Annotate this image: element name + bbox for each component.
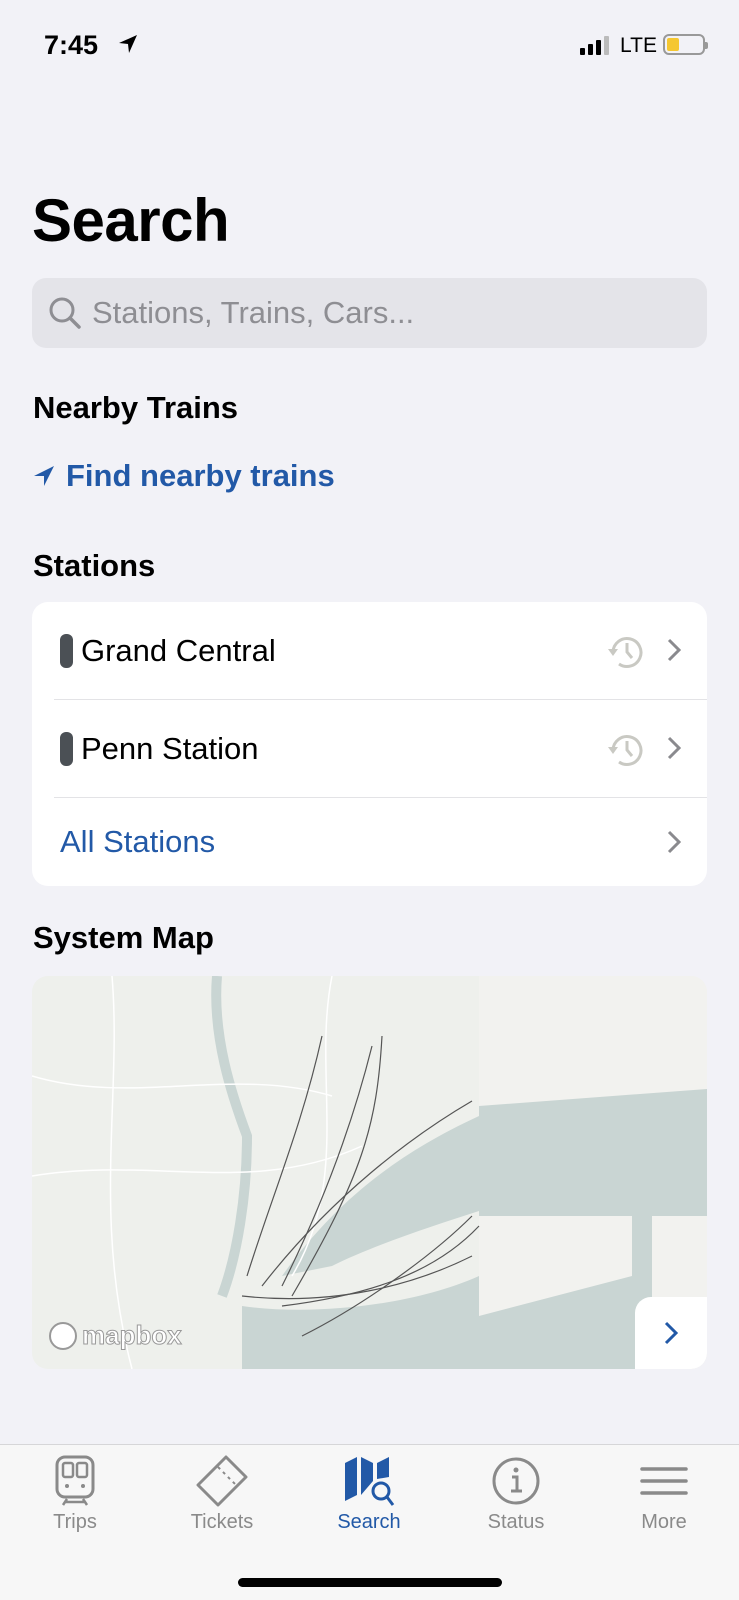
search-placeholder: Stations, Trains, Cars...	[92, 295, 415, 330]
tab-label: Status	[487, 1511, 545, 1533]
tab-label: Trips	[53, 1511, 97, 1533]
signal-icon	[580, 36, 609, 55]
line-color-pill	[60, 634, 73, 668]
search-input[interactable]: Stations, Trains, Cars...	[32, 278, 707, 348]
find-nearby-trains-link[interactable]: Find nearby trains	[32, 458, 335, 494]
history-icon	[608, 637, 643, 668]
train-icon	[55, 1455, 95, 1506]
history-icon	[608, 735, 643, 766]
find-nearby-trains-label: Find nearby trains	[66, 458, 335, 493]
battery-icon	[663, 34, 708, 55]
page-title: Search	[32, 187, 230, 254]
system-map-heading: System Map	[33, 920, 214, 955]
tab-label: More	[641, 1511, 687, 1533]
search-icon	[49, 297, 81, 329]
network-type: LTE	[620, 34, 657, 57]
mapbox-logo: mapbox	[48, 1320, 182, 1351]
chevron-right-icon	[667, 830, 681, 854]
all-stations-label: All Stations	[60, 824, 216, 859]
ticket-icon	[196, 1455, 248, 1507]
tab-tickets[interactable]: Tickets	[167, 1455, 277, 1534]
tab-bar: Trips Tickets Search Status More	[0, 1444, 739, 1600]
station-row-grand-central[interactable]: Grand Central	[32, 602, 707, 700]
map-canvas	[32, 976, 707, 1369]
chevron-right-icon	[667, 736, 681, 760]
nearby-trains-heading: Nearby Trains	[33, 390, 239, 425]
home-indicator[interactable]	[238, 1578, 502, 1587]
open-map-button[interactable]	[635, 1297, 707, 1369]
tab-label: Search	[337, 1511, 401, 1533]
status-bar: 7:45 LTE	[0, 0, 739, 90]
clock: 7:45	[44, 30, 99, 60]
system-map[interactable]: mapbox	[32, 976, 707, 1369]
chevron-right-icon	[664, 1321, 679, 1345]
info-icon	[492, 1457, 540, 1505]
tab-more[interactable]: More	[609, 1455, 719, 1534]
mapbox-icon	[49, 1321, 77, 1350]
location-arrow-icon	[119, 35, 137, 53]
location-arrow-icon	[34, 466, 54, 486]
all-stations-row[interactable]: All Stations	[32, 798, 707, 886]
station-name: Penn Station	[81, 731, 259, 766]
tab-status[interactable]: Status	[461, 1455, 571, 1534]
station-row-penn-station[interactable]: Penn Station	[32, 700, 707, 798]
map-search-icon	[345, 1457, 395, 1506]
line-color-pill	[60, 732, 73, 766]
stations-heading: Stations	[33, 548, 156, 583]
tab-label: Tickets	[190, 1511, 254, 1533]
station-name: Grand Central	[81, 633, 276, 668]
mapbox-attribution: mapbox	[82, 1320, 183, 1351]
chevron-right-icon	[667, 638, 681, 662]
tab-search[interactable]: Search	[314, 1455, 424, 1534]
menu-icon	[640, 1467, 688, 1495]
tab-trips[interactable]: Trips	[20, 1455, 130, 1534]
stations-list: Grand Central Penn Station All Stations	[32, 602, 707, 886]
